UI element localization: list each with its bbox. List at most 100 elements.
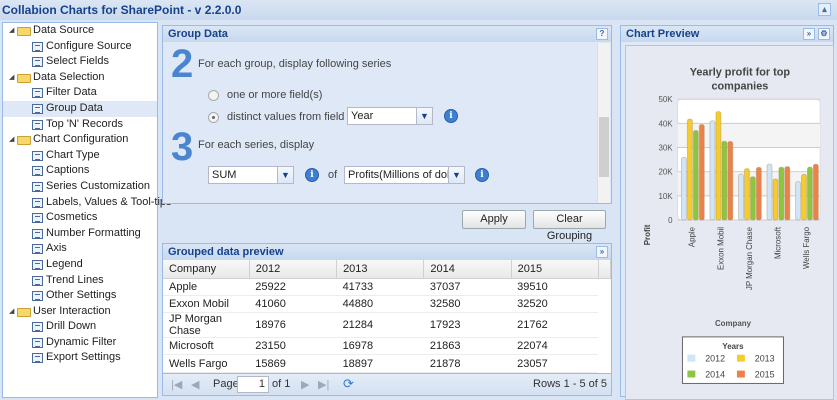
tree-item[interactable]: Number Formatting bbox=[3, 226, 157, 242]
tree-item-label: Dynamic Filter bbox=[46, 335, 117, 348]
tree-group[interactable]: ◢ Data Selection bbox=[3, 70, 157, 86]
chevron-down-icon[interactable]: ▼ bbox=[277, 167, 293, 183]
tree-item[interactable]: Trend Lines bbox=[3, 273, 157, 289]
y-tick-label: 40K bbox=[658, 119, 673, 128]
table-cell: Apple bbox=[163, 278, 250, 296]
bar-2013 bbox=[801, 173, 807, 221]
tree-item[interactable]: Chart Type bbox=[3, 148, 157, 164]
chart-title-line1: Yearly profit for top bbox=[690, 66, 791, 78]
refresh-icon[interactable]: ⟳ bbox=[343, 376, 354, 392]
column-header[interactable]: 2013 bbox=[336, 260, 425, 279]
table-row[interactable]: Exxon Mobil 41060 44880 32580 32520 bbox=[163, 295, 611, 314]
tree-item[interactable]: Axis bbox=[3, 241, 157, 257]
vertical-scrollbar[interactable] bbox=[597, 43, 610, 203]
column-header[interactable]: Company bbox=[163, 260, 250, 279]
app-title-bar: Collabion Charts for SharePoint - v 2.2.… bbox=[0, 0, 837, 20]
info-icon[interactable]: i bbox=[475, 168, 489, 182]
tree-item[interactable]: Export Settings bbox=[3, 350, 157, 366]
info-icon[interactable]: i bbox=[444, 109, 458, 123]
next-page-icon[interactable]: ▶ bbox=[301, 378, 309, 391]
sidebar-tree: ◢ Data Source Configure Source Select Field… bbox=[2, 22, 172, 398]
bar-2014 bbox=[692, 130, 699, 221]
tree-item[interactable]: Labels, Values & Tool-tips bbox=[3, 195, 172, 211]
table-spacer bbox=[598, 354, 611, 373]
expand-arrow-icon[interactable]: ◢ bbox=[9, 304, 14, 320]
tree-item[interactable]: Dynamic Filter bbox=[3, 335, 157, 351]
expand-icon[interactable]: » bbox=[803, 28, 815, 40]
settings-page-icon bbox=[32, 353, 43, 364]
apply-button[interactable]: Apply bbox=[462, 210, 526, 229]
radio-one-or-more[interactable] bbox=[208, 90, 219, 101]
tree-item[interactable]: Cosmetics bbox=[3, 210, 157, 226]
tree-group[interactable]: ◢ Data Source bbox=[3, 23, 157, 39]
settings-page-icon bbox=[32, 259, 43, 270]
column-header[interactable]: 2014 bbox=[423, 260, 512, 279]
tree-item[interactable]: Drill Down bbox=[3, 319, 157, 335]
settings-page-icon bbox=[32, 275, 43, 286]
radio-distinct-values[interactable] bbox=[208, 112, 219, 123]
table-cell: 16978 bbox=[336, 337, 424, 356]
tree-item-label: Series Customization bbox=[46, 179, 150, 192]
tree-group[interactable]: ◢ Chart Configuration bbox=[3, 132, 157, 148]
x-tick-label: Microsoft bbox=[773, 226, 782, 259]
last-page-icon[interactable]: ▶| bbox=[318, 378, 329, 391]
table-cell: 41733 bbox=[336, 278, 424, 296]
legend-swatch-icon bbox=[687, 354, 696, 362]
info-icon[interactable]: i bbox=[305, 168, 319, 182]
table-row[interactable]: JP Morgan Chase 18976 21284 17923 21762 bbox=[163, 312, 611, 339]
prev-page-icon[interactable]: ◀ bbox=[191, 378, 199, 391]
expand-arrow-icon[interactable]: ◢ bbox=[9, 70, 14, 86]
tree-item-label: Filter Data bbox=[46, 86, 97, 99]
help-button[interactable]: ? bbox=[596, 28, 608, 40]
tree-group-label: Data Selection bbox=[33, 70, 105, 83]
aggregate-select[interactable]: SUM ▼ bbox=[208, 166, 294, 184]
tree-item[interactable]: Legend bbox=[3, 257, 157, 273]
aggregate-select-value: SUM bbox=[212, 169, 237, 181]
x-axis-title: Company bbox=[715, 319, 752, 328]
group-data-panel: Group Data? 2 For each group, display fo… bbox=[162, 25, 612, 204]
tree-item[interactable]: Select Fields bbox=[3, 54, 157, 70]
measure-select[interactable]: Profits(Millions of dollars) ▼ bbox=[344, 166, 465, 184]
tree-group[interactable]: ◢ User Interaction bbox=[3, 304, 157, 320]
expand-arrow-icon[interactable]: ◢ bbox=[9, 23, 14, 39]
scrollbar-thumb[interactable] bbox=[599, 117, 609, 177]
tree-item-label: Number Formatting bbox=[46, 226, 141, 239]
table-cell: 37037 bbox=[423, 278, 512, 296]
column-header[interactable]: 2012 bbox=[249, 260, 338, 279]
settings-page-icon bbox=[32, 103, 43, 114]
column-header[interactable]: 2015 bbox=[511, 260, 599, 279]
tree-item-label: Trend Lines bbox=[46, 273, 104, 286]
bar-2012 bbox=[795, 181, 802, 221]
tree-item[interactable]: Top 'N' Records bbox=[3, 117, 157, 133]
folder-icon bbox=[17, 73, 31, 83]
table-row[interactable]: Wells Fargo 15869 18897 21878 23057 bbox=[163, 354, 611, 373]
table-row[interactable]: Microsoft 23150 16978 21863 22074 bbox=[163, 337, 611, 356]
folder-icon bbox=[17, 27, 31, 36]
tree-item[interactable]: Series Customization bbox=[3, 179, 157, 195]
expand-arrow-icon[interactable]: ◢ bbox=[9, 132, 14, 148]
chevron-down-icon[interactable]: ▼ bbox=[416, 108, 432, 124]
bar-2014 bbox=[806, 166, 813, 221]
gear-icon[interactable]: ⚙ bbox=[818, 28, 830, 40]
tree-item[interactable]: Captions bbox=[3, 163, 157, 179]
field-select[interactable]: Year ▼ bbox=[347, 107, 433, 125]
table-cell: 15869 bbox=[249, 354, 337, 373]
tree-item-label: Export Settings bbox=[46, 351, 121, 364]
table-row[interactable]: Apple 25922 41733 37037 39510 bbox=[163, 278, 611, 296]
settings-page-icon bbox=[32, 57, 43, 68]
tree-item[interactable]: Filter Data bbox=[3, 85, 157, 101]
step3-text: For each series, display bbox=[198, 139, 315, 151]
legend-label: 2013 bbox=[755, 354, 775, 364]
settings-page-icon bbox=[32, 150, 43, 161]
tree-item[interactable]: Other Settings bbox=[3, 288, 157, 304]
collapse-button[interactable]: ▴ bbox=[818, 3, 831, 16]
tree-item[interactable]: Configure Source bbox=[3, 39, 157, 55]
first-page-icon[interactable]: |◀ bbox=[171, 378, 182, 391]
tree-item[interactable]: Group Data bbox=[3, 100, 157, 117]
clear-grouping-button[interactable]: Clear Grouping bbox=[533, 210, 606, 242]
chevron-down-icon[interactable]: ▼ bbox=[448, 167, 464, 183]
page-input[interactable]: 1 bbox=[237, 376, 269, 393]
collapse-icon[interactable]: » bbox=[596, 246, 608, 258]
tree-group-label: Data Source bbox=[33, 24, 95, 36]
bar-2012 bbox=[738, 173, 744, 221]
